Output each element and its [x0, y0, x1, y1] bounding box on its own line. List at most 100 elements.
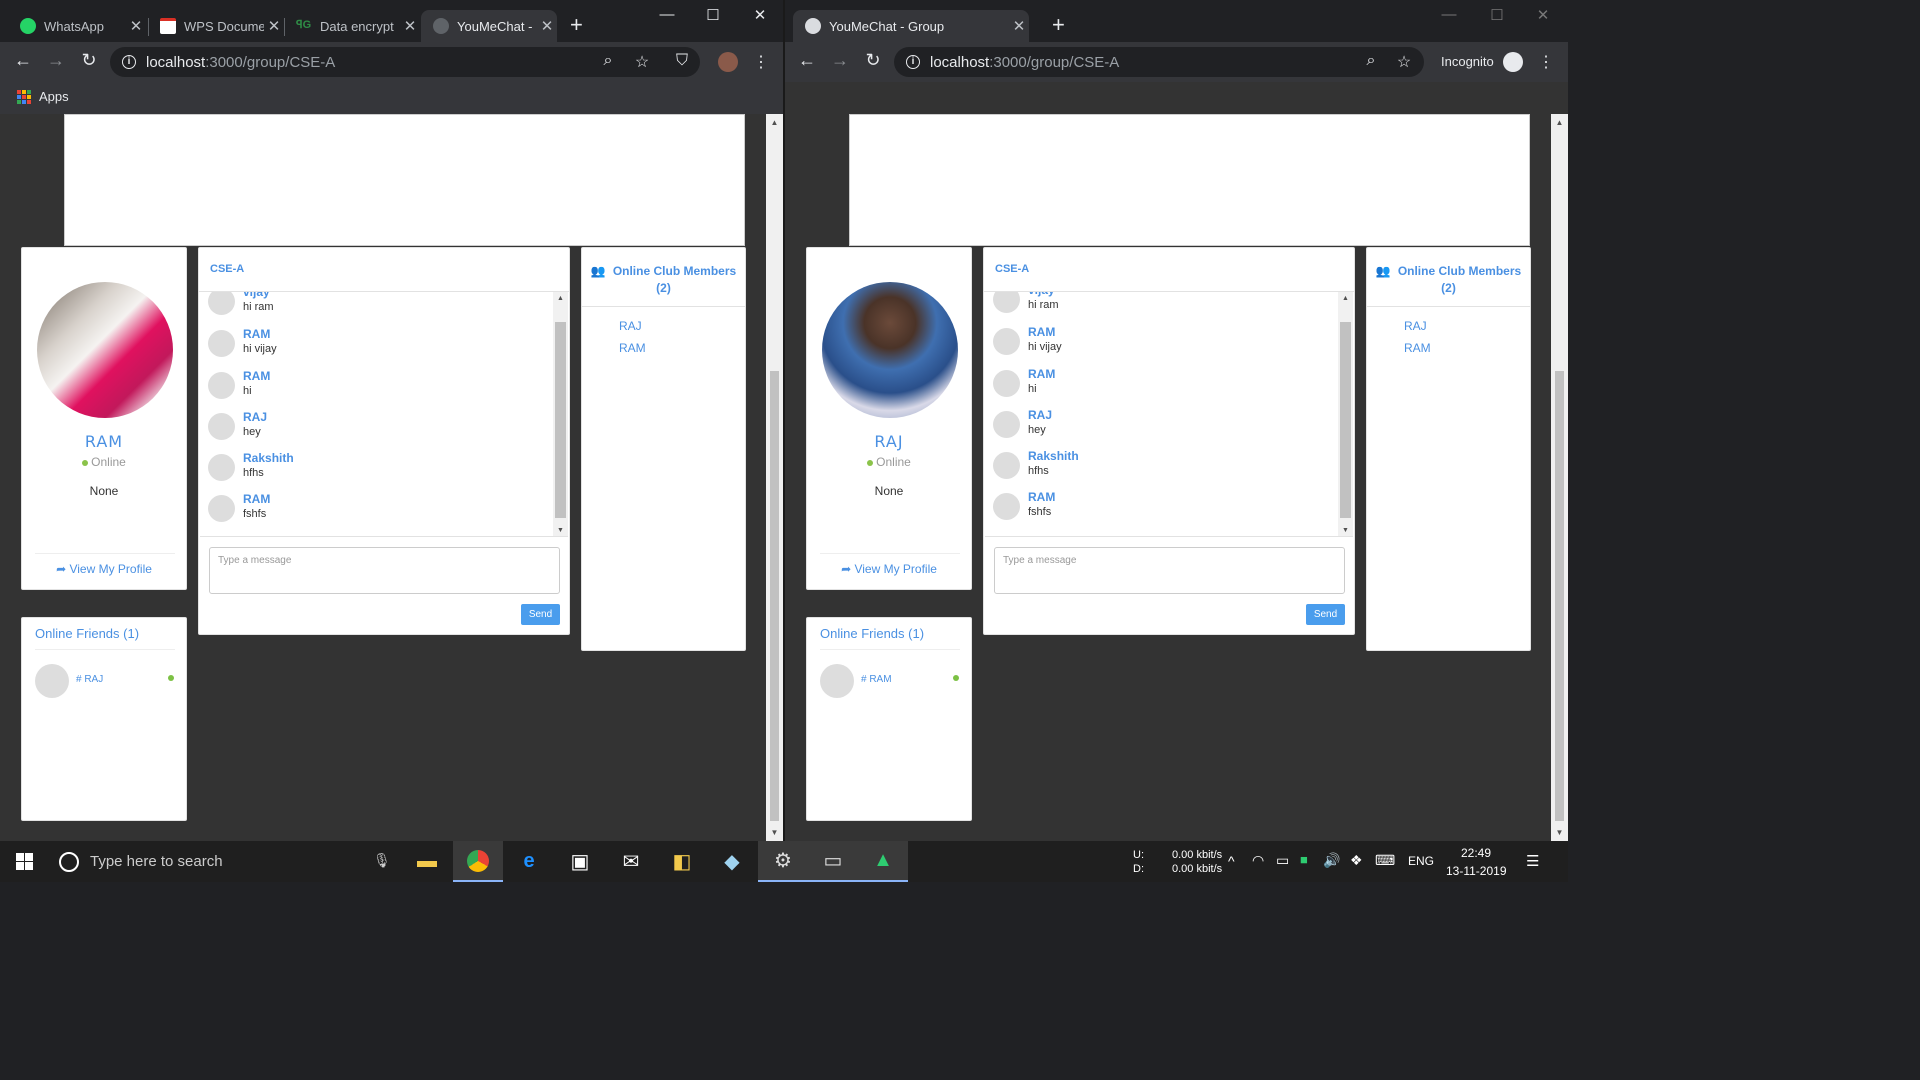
online-friends-card: Online Friends (1) # RAM — [806, 617, 972, 821]
reload-button[interactable]: ↻ — [77, 50, 101, 71]
globe-icon — [433, 18, 449, 34]
avatar — [208, 495, 235, 522]
friend-item[interactable]: # RAJ — [35, 664, 175, 698]
bookmark-star-icon[interactable]: ☆ — [1393, 52, 1415, 72]
message-input[interactable]: Type a message — [994, 547, 1345, 594]
windows-start-icon[interactable] — [16, 853, 33, 870]
app-tray-icon[interactable]: ■ — [1300, 852, 1308, 867]
dropbox-icon[interactable]: ❖ — [1350, 852, 1363, 869]
close-icon[interactable]: ✕ — [400, 17, 420, 35]
info-icon[interactable]: i — [122, 55, 136, 69]
tab-data-encryption[interactable]: ꟼG Data encrypt ✕ — [284, 10, 420, 42]
clock-time[interactable]: 22:49 — [1461, 846, 1491, 860]
send-button[interactable]: Send — [1306, 604, 1345, 625]
maximize-button[interactable]: ☐ — [698, 6, 728, 24]
tab-youmechat-group[interactable]: YouMeChat - Group ✕ — [793, 10, 1029, 42]
message-scrollbar[interactable]: ▲ ▼ — [1338, 292, 1353, 536]
member-item[interactable]: RAM — [1404, 341, 1431, 355]
settings-gear-icon[interactable]: ⚙ — [758, 841, 808, 882]
volume-icon[interactable]: 🔊 — [1323, 852, 1340, 869]
profile-avatar — [822, 282, 958, 418]
message-item: RAM hi — [993, 367, 1333, 401]
close-icon[interactable]: ✕ — [264, 17, 284, 35]
message-item: RAM hi — [208, 369, 548, 403]
chevron-up-icon[interactable]: ^ — [1228, 853, 1235, 869]
taskbar-search[interactable]: Type here to search — [90, 853, 223, 870]
new-tab-button[interactable]: + — [570, 14, 583, 36]
avatar — [35, 664, 69, 698]
address-bar[interactable]: i localhost:3000/group/CSE-A — [894, 47, 1424, 77]
minimize-button[interactable]: — — [652, 6, 682, 23]
new-tab-button[interactable]: + — [1052, 14, 1065, 36]
message-scrollbar[interactable]: ▲ ▼ — [553, 292, 568, 536]
profile-avatar-icon[interactable] — [717, 52, 739, 77]
page-scrollbar[interactable]: ▲ ▼ — [766, 114, 783, 841]
member-item[interactable]: RAJ — [619, 319, 642, 333]
friend-name[interactable]: # RAJ — [76, 674, 103, 685]
sticky-notes-icon[interactable]: ◧ — [657, 841, 707, 882]
apps-icon[interactable] — [17, 90, 31, 104]
tab-youmechat[interactable]: YouMeChat - ✕ — [421, 10, 557, 42]
terminal-icon[interactable]: ▭ — [808, 841, 858, 882]
notifications-icon[interactable]: ☰ — [1526, 852, 1539, 870]
tab-wps-document[interactable]: WPS Docume ✕ — [148, 10, 284, 42]
store-icon[interactable]: ▣ — [555, 841, 605, 882]
incognito-icon[interactable] — [1502, 52, 1524, 77]
friend-name[interactable]: # RAM — [861, 674, 892, 685]
online-friends-card: Online Friends (1) # RAJ — [21, 617, 187, 821]
back-button[interactable]: ← — [795, 50, 819, 71]
message-input[interactable]: Type a message — [209, 547, 560, 594]
cortana-icon[interactable] — [59, 852, 79, 872]
close-window-button[interactable]: ✕ — [1528, 6, 1558, 24]
view-profile-link[interactable]: ➦ View My Profile — [22, 562, 186, 576]
friend-item[interactable]: # RAM — [820, 664, 960, 698]
menu-kebab-icon[interactable]: ⋮ — [1535, 52, 1557, 72]
reload-button[interactable]: ↻ — [861, 50, 885, 71]
shield-extension-icon[interactable]: ⛉ — [671, 52, 693, 70]
close-icon[interactable]: ✕ — [537, 17, 557, 35]
mail-icon[interactable]: ✉ — [606, 841, 656, 882]
edge-icon[interactable]: e — [504, 841, 554, 882]
browser-toolbar: ← → ↻ i localhost:3000/group/CSE-A ⌕ ☆ I… — [785, 42, 1568, 82]
send-button[interactable]: Send — [521, 604, 560, 625]
zoom-icon[interactable]: ⌕ — [1360, 52, 1382, 70]
view-profile-link[interactable]: ➦ View My Profile — [807, 562, 971, 576]
tab-whatsapp[interactable]: WhatsApp ✕ — [8, 10, 146, 42]
apps-bookmark[interactable]: Apps — [39, 89, 69, 104]
message-list[interactable]: vijayhi ram RAMhi vijay RAMhi RAJhey Rak… — [200, 292, 568, 537]
browser-window-left: WhatsApp ✕ WPS Docume ✕ ꟼG Data encrypt … — [0, 0, 783, 841]
online-dot-icon — [953, 675, 959, 681]
battery-icon[interactable]: ▭ — [1276, 852, 1289, 869]
scroll-up-icon: ▲ — [557, 295, 564, 302]
forward-button[interactable]: → — [828, 50, 852, 71]
maximize-button[interactable]: ☐ — [1482, 6, 1512, 24]
language-indicator[interactable]: ENG — [1408, 854, 1434, 868]
message-list[interactable]: vijayhi ram RAMhi vijay RAMhi RAJhey Rak… — [985, 292, 1353, 537]
info-icon[interactable]: i — [906, 55, 920, 69]
close-window-button[interactable]: ✕ — [745, 6, 775, 24]
minimize-button[interactable]: — — [1434, 6, 1464, 23]
zoom-icon[interactable]: ⌕ — [597, 52, 619, 70]
cover-banner — [849, 114, 1530, 246]
member-item[interactable]: RAM — [619, 341, 646, 355]
page-content: RAJ Online None ➦ View My Profile Online… — [785, 82, 1551, 841]
wifi-icon[interactable]: ◠ — [1252, 852, 1264, 869]
close-icon[interactable]: ✕ — [126, 17, 146, 35]
message-item: RAJ hey — [208, 410, 548, 444]
clock-date[interactable]: 13-11-2019 — [1446, 864, 1507, 878]
menu-kebab-icon[interactable]: ⋮ — [750, 52, 772, 72]
forward-button[interactable]: → — [44, 50, 68, 71]
paint-icon[interactable]: ◆ — [707, 841, 757, 882]
keyboard-icon[interactable]: ⌨ — [1375, 852, 1395, 869]
close-icon[interactable]: ✕ — [1009, 17, 1029, 35]
bookmark-star-icon[interactable]: ☆ — [631, 52, 653, 72]
chrome-icon[interactable] — [453, 841, 503, 882]
microphone-icon[interactable]: 🎙 — [373, 852, 391, 869]
back-button[interactable]: ← — [11, 50, 35, 71]
avatar — [820, 664, 854, 698]
file-explorer-icon[interactable]: ▬ — [402, 841, 452, 882]
rocket-app-icon[interactable]: ▲ — [858, 841, 908, 882]
page-scrollbar[interactable]: ▲ ▼ — [1551, 114, 1568, 841]
profile-about: None — [874, 484, 904, 498]
member-item[interactable]: RAJ — [1404, 319, 1427, 333]
